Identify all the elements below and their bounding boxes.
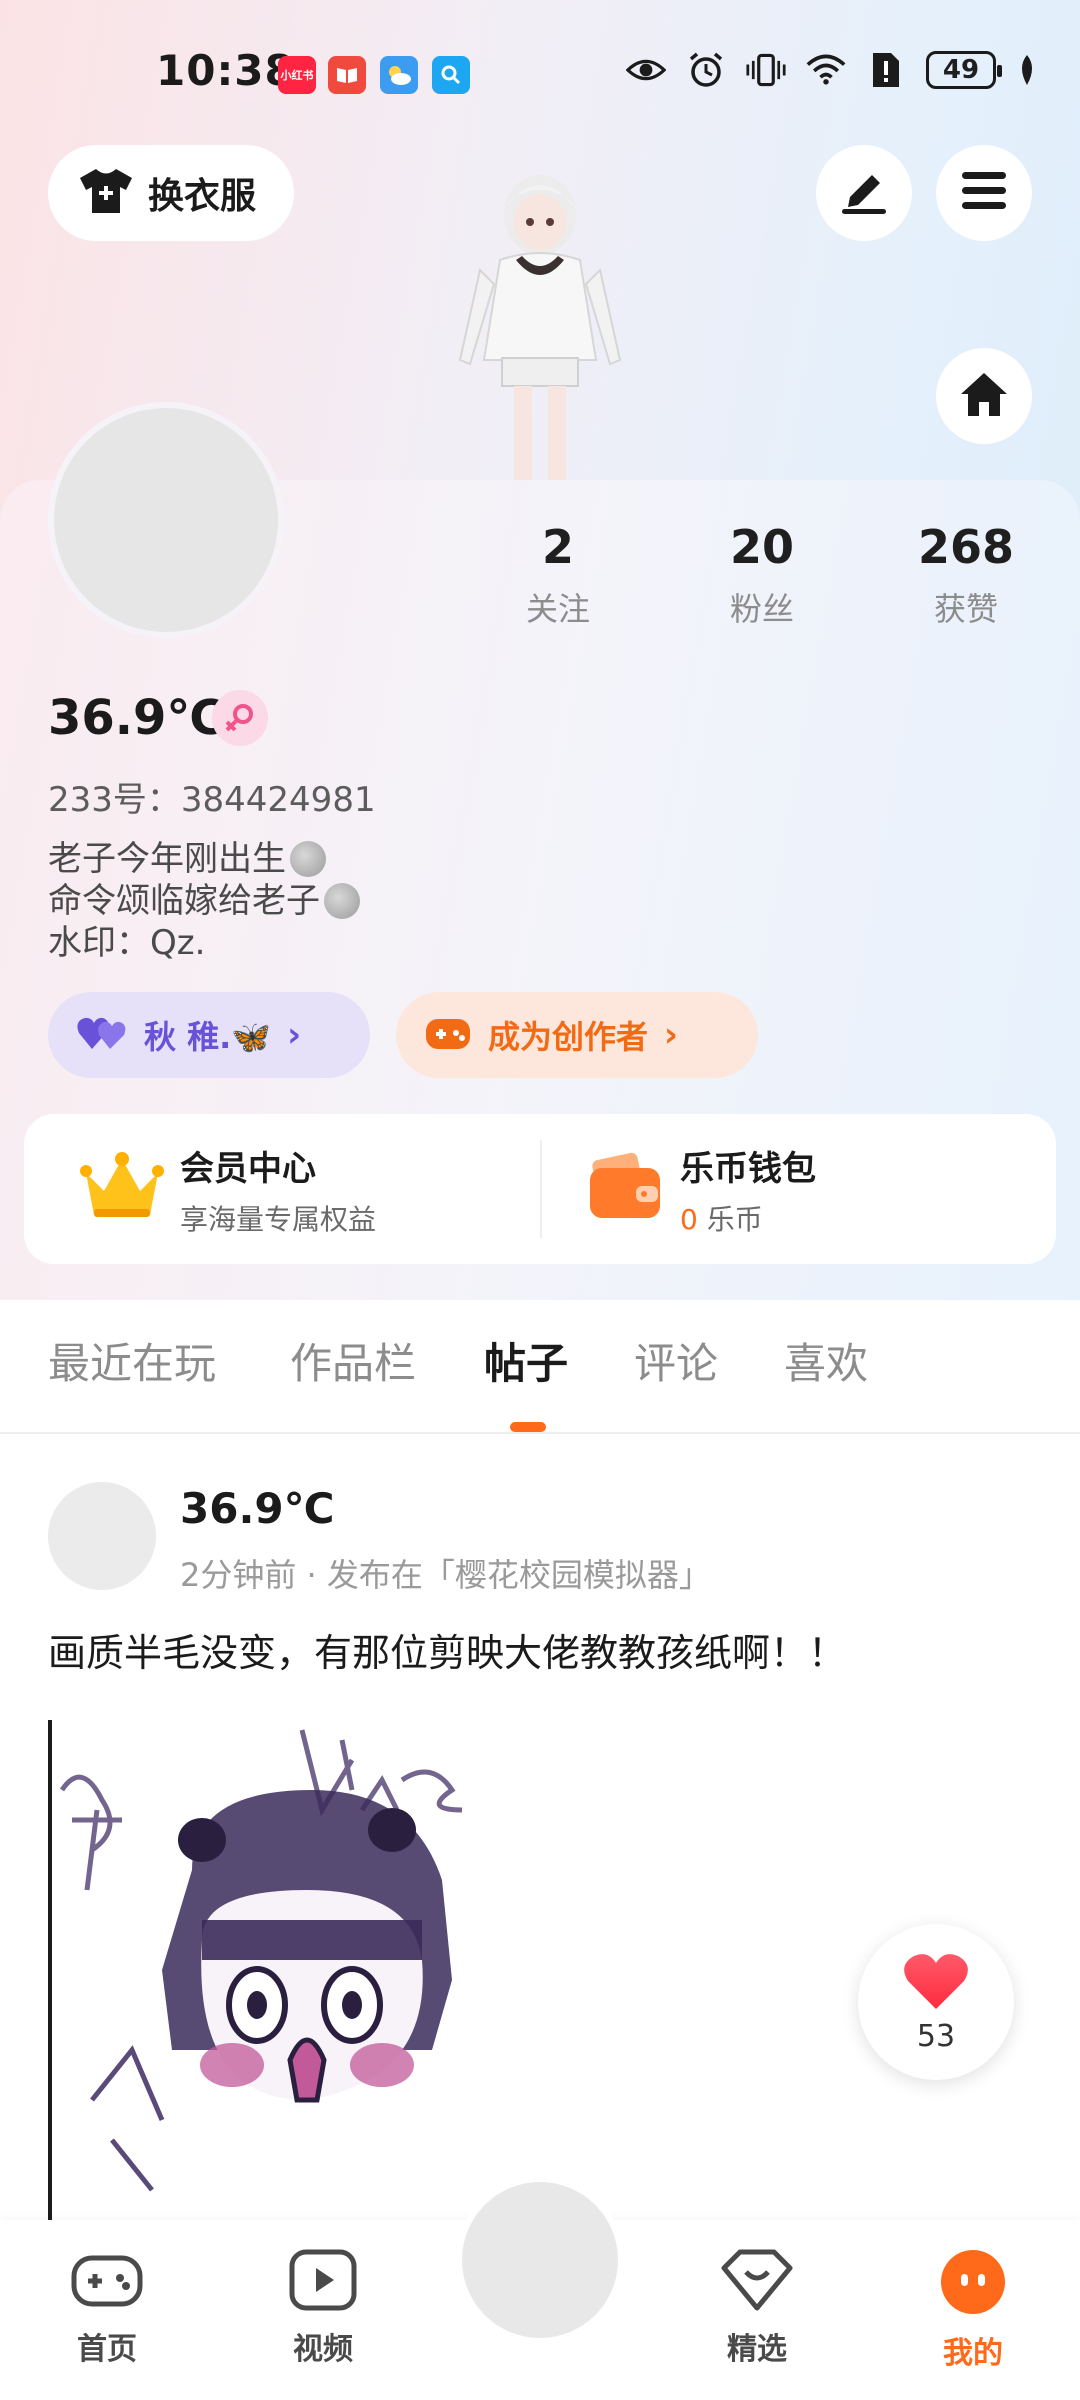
house-icon [958, 370, 1010, 422]
shirt-icon [78, 166, 134, 220]
home-button[interactable] [936, 348, 1032, 444]
couple-tag-button[interactable]: 秋 稚.🦋 › [48, 992, 370, 1078]
nav-featured[interactable]: 精选 [692, 2248, 822, 2368]
alarm-icon [686, 50, 726, 90]
vip-center-entry[interactable]: 会员中心 享海量专属权益 [80, 1114, 376, 1264]
tab-posts[interactable]: 帖子 [484, 1330, 568, 1391]
likes-count: 268 [917, 520, 1015, 574]
stat-likes[interactable]: 268 获赞 [896, 520, 1036, 630]
nav-video-label: 视频 [293, 2332, 353, 2367]
avatar-3d-figure[interactable] [440, 160, 640, 480]
nav-video[interactable]: 视频 [258, 2248, 388, 2368]
bio-line: 老子今年刚出生 [48, 839, 286, 879]
followers-count: 20 [729, 520, 794, 574]
nav-home[interactable]: 首页 [42, 2248, 172, 2368]
double-heart-icon [76, 1013, 128, 1057]
profile-bio: 老子今年刚出生 命令颂临嫁给老子 水印：Qz. [48, 838, 360, 964]
crown-icon [80, 1151, 164, 1227]
book-app-icon [328, 56, 366, 94]
coin-amount: 0 [680, 1202, 698, 1236]
change-outfit-button[interactable]: 换衣服 [48, 145, 294, 241]
pen-icon [838, 167, 890, 219]
tabs-divider [0, 1432, 1080, 1434]
gamepad-plus-icon [424, 1013, 472, 1057]
tab-works[interactable]: 作品栏 [290, 1330, 416, 1391]
likes-label: 获赞 [933, 590, 998, 628]
xiaohongshu-icon: 小红书 [278, 56, 316, 94]
post-text[interactable]: 画质半毛没变，有那位剪映大佬教教孩纸啊！！ [48, 1622, 846, 1677]
wallet-divider [540, 1140, 542, 1238]
vip-center-subtitle: 享海量专属权益 [180, 1202, 377, 1236]
stat-following[interactable]: 2 关注 [488, 520, 628, 630]
tab-comments[interactable]: 评论 [634, 1330, 718, 1391]
weather-app-icon [380, 56, 418, 94]
eye-icon [626, 50, 666, 90]
vibrate-icon [746, 50, 786, 90]
coin-wallet-title: 乐币钱包 [680, 1148, 816, 1189]
post-author-avatar[interactable] [48, 1482, 156, 1590]
menu-icon [960, 170, 1008, 216]
bio-line: 命令颂临嫁给老子 [48, 881, 320, 921]
leaf-icon [1016, 50, 1038, 90]
nav-me[interactable]: 我的 [908, 2248, 1038, 2372]
nav-me-label: 我的 [943, 2336, 1003, 2371]
couple-tag-label: 秋 稚.🦋 [144, 1018, 272, 1056]
become-creator-label: 成为创作者 [488, 1018, 649, 1056]
sim-alert-icon [866, 50, 906, 90]
smile-face-icon [939, 2248, 1007, 2320]
battery-indicator: 49 [926, 51, 1002, 89]
chevron-right-icon: › [287, 1015, 302, 1055]
member-wallet-card: 会员中心 享海量专属权益 乐币钱包 0 乐币 [24, 1114, 1056, 1264]
bio-line: 水印：Qz. [48, 923, 206, 963]
status-icons: 49 [626, 50, 1038, 90]
edit-button[interactable] [816, 145, 912, 241]
menu-button[interactable] [936, 145, 1032, 241]
nav-center-button[interactable] [456, 2176, 624, 2344]
female-gender-icon [212, 690, 268, 746]
coin-wallet-entry[interactable]: 乐币钱包 0 乐币 [588, 1114, 816, 1264]
chevron-right-icon: › [664, 1015, 679, 1055]
like-button[interactable]: 53 [858, 1924, 1014, 2080]
post-meta: 2分钟前 · 发布在「樱花校园模拟器」 [180, 1556, 711, 1594]
become-creator-button[interactable]: 成为创作者 › [396, 992, 758, 1078]
nav-featured-label: 精选 [727, 2332, 787, 2367]
change-outfit-label: 换衣服 [148, 176, 257, 217]
moon-emoji-icon [324, 883, 360, 919]
gamepad-icon [70, 2248, 144, 2316]
moon-emoji-icon [290, 841, 326, 877]
diamond-heart-icon [720, 2248, 794, 2316]
profile-avatar[interactable] [48, 402, 284, 638]
stat-followers[interactable]: 20 粉丝 [692, 520, 832, 630]
heart-icon [902, 1951, 970, 2015]
video-play-icon [286, 2248, 360, 2316]
like-count: 53 [916, 2018, 956, 2054]
coin-unit: 乐币 [706, 1202, 763, 1236]
post-author-name[interactable]: 36.9℃ [180, 1484, 335, 1533]
followers-label: 粉丝 [729, 590, 794, 628]
profile-username: 36.9℃ [48, 690, 225, 746]
profile-tabs: 最近在玩 作品栏 帖子 评论 喜欢 [0, 1330, 1080, 1430]
nav-home-label: 首页 [77, 2332, 137, 2367]
search-app-icon [432, 56, 470, 94]
following-count: 2 [541, 520, 574, 574]
vip-center-title: 会员中心 [180, 1148, 316, 1189]
post-image[interactable] [48, 1720, 698, 2220]
active-tab-indicator [510, 1422, 546, 1432]
tab-recently-played[interactable]: 最近在玩 [48, 1330, 216, 1391]
tab-likes[interactable]: 喜欢 [784, 1330, 868, 1391]
status-bar: 10:38 小红书 49 [0, 40, 1080, 104]
following-label: 关注 [525, 590, 590, 628]
wallet-icon [588, 1152, 664, 1226]
wifi-icon [806, 50, 846, 90]
user-id[interactable]: 233号：384424981 [48, 772, 376, 821]
status-time: 10:38 [156, 46, 295, 95]
coin-balance: 0 乐币 [680, 1198, 816, 1238]
